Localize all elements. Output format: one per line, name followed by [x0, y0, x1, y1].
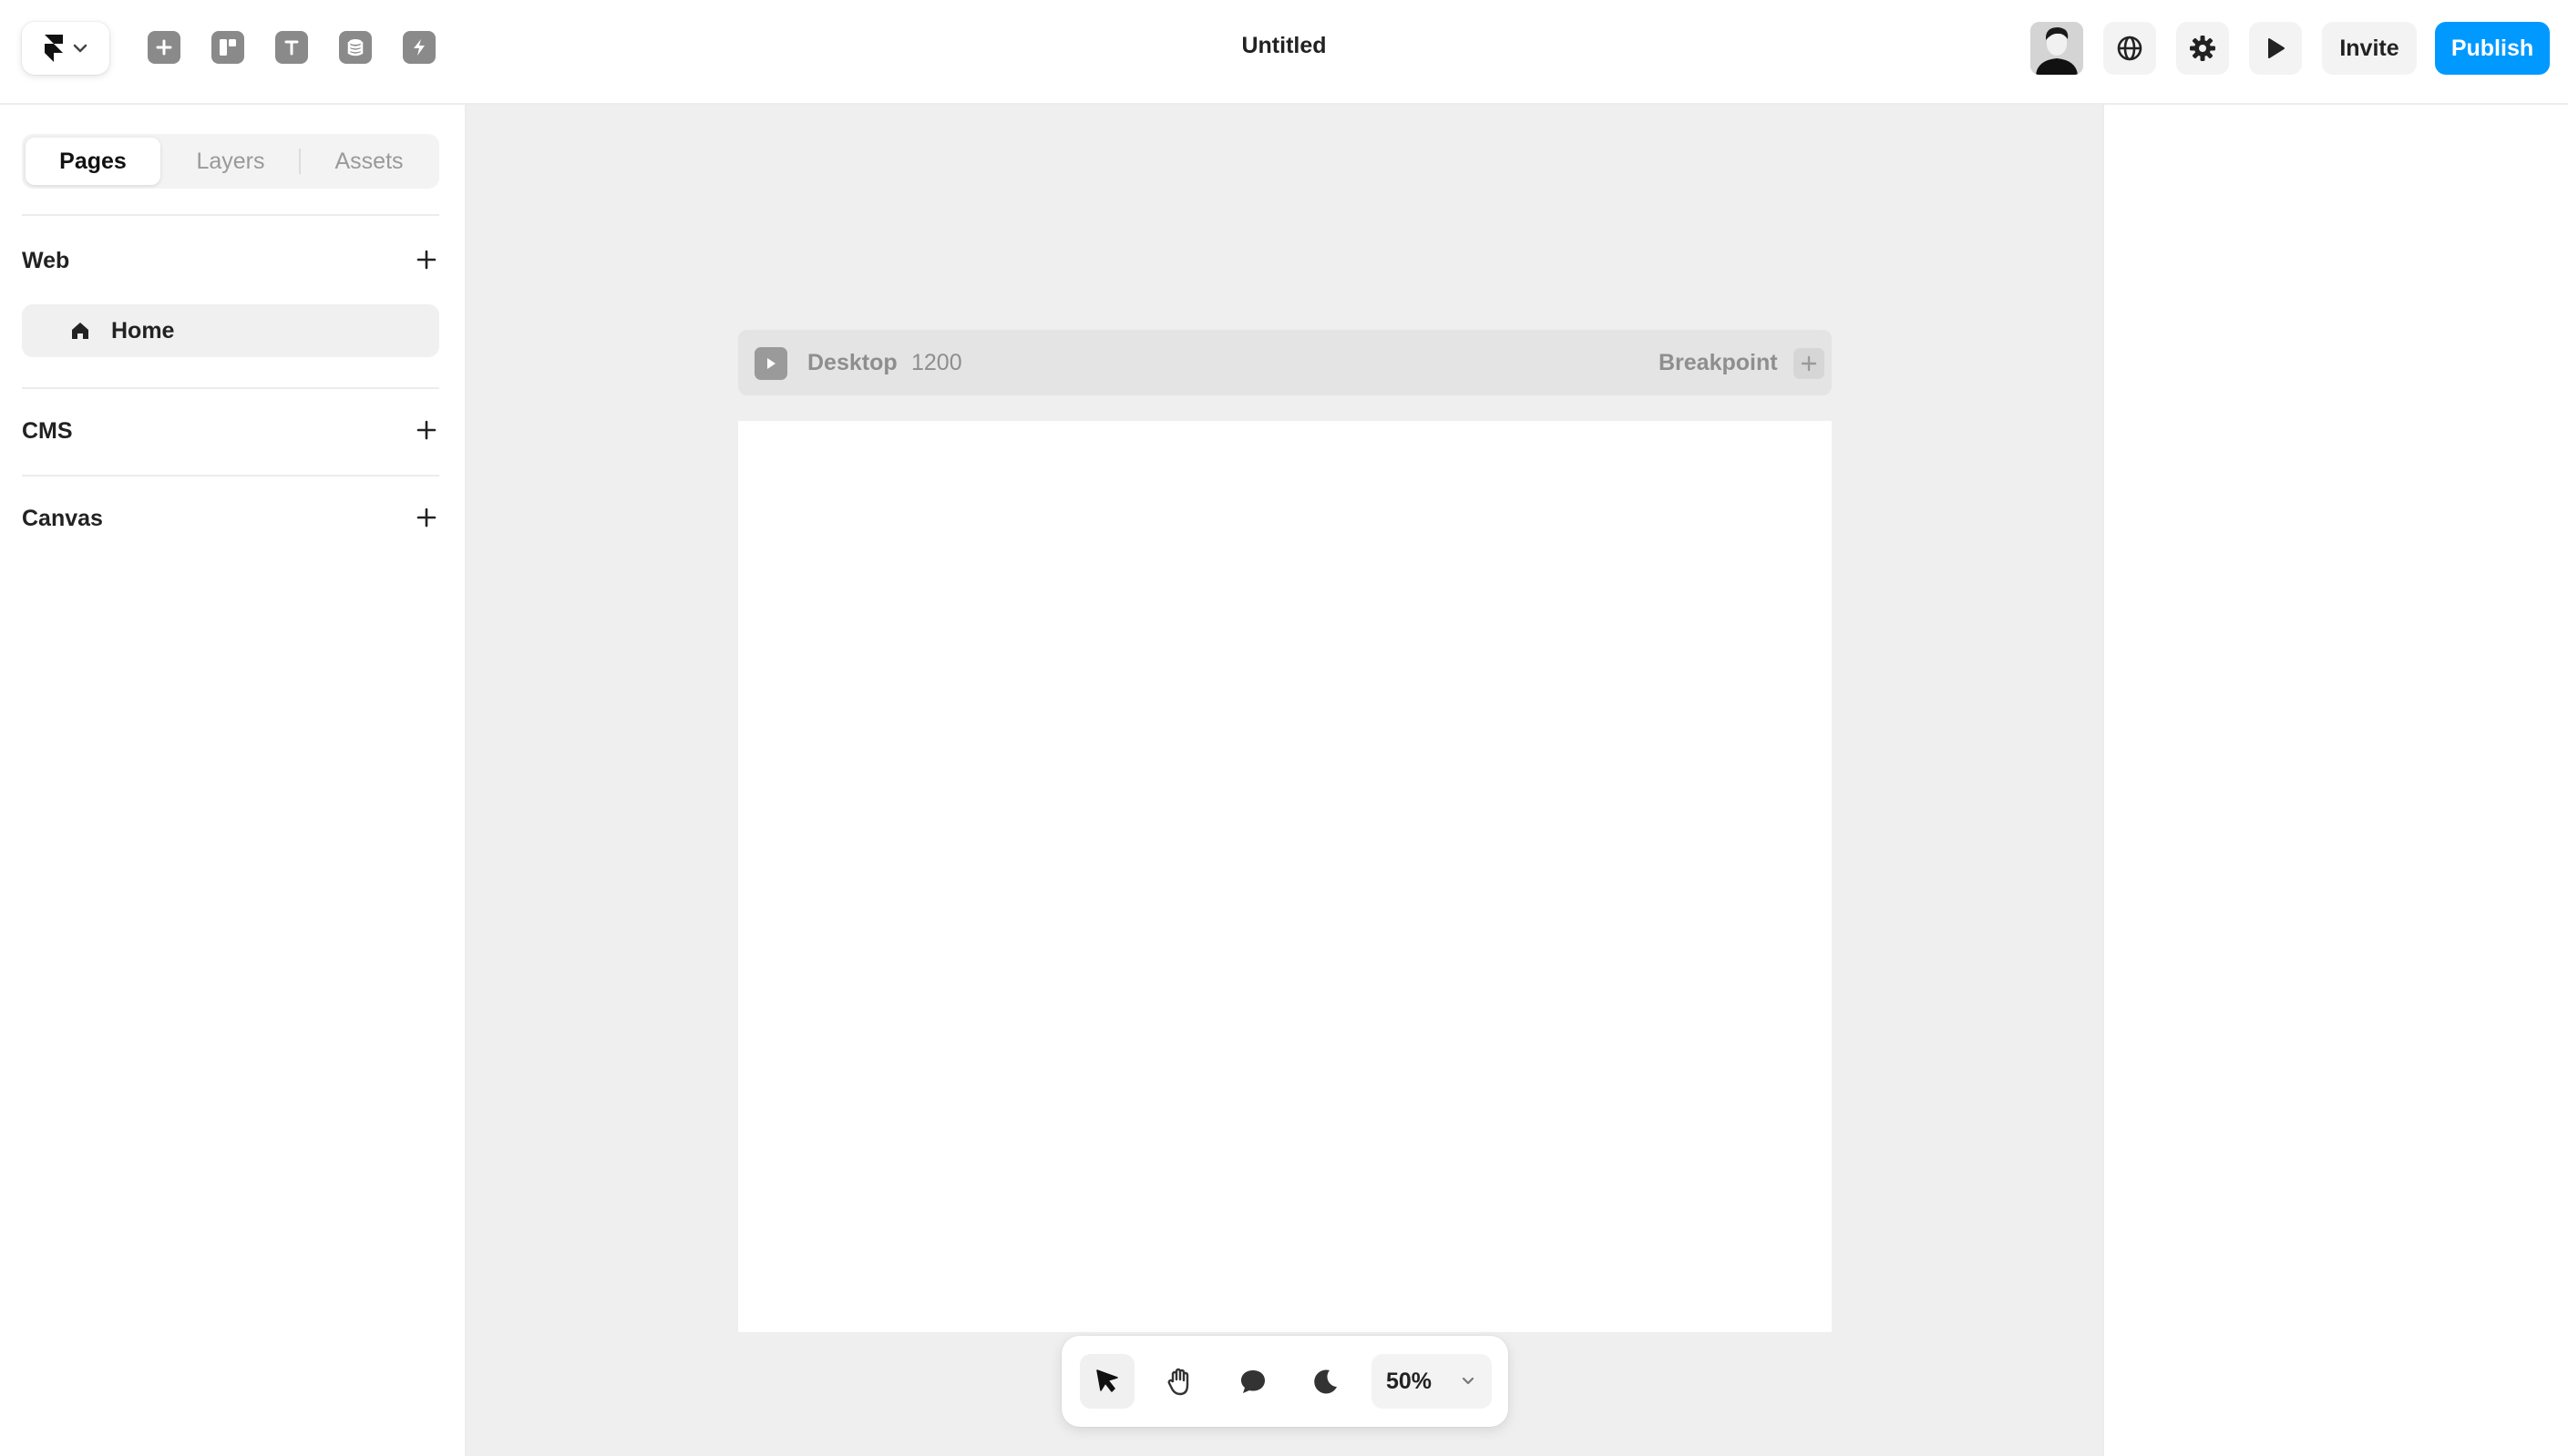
page-item-label: Home [111, 318, 175, 343]
user-avatar-icon [2030, 22, 2083, 75]
section-title-canvas: Canvas [22, 506, 103, 531]
tab-pages[interactable]: Pages [26, 138, 160, 185]
left-sidebar: Pages Layers Assets Web Home CMS Canvas [0, 105, 467, 1456]
cms-button[interactable] [339, 31, 372, 64]
publish-button[interactable]: Publish [2435, 22, 2550, 75]
hand-icon [1167, 1368, 1189, 1396]
project-title[interactable]: Untitled [1102, 33, 1466, 59]
comment-tool-button[interactable] [1226, 1354, 1280, 1409]
framer-logo-icon [45, 35, 63, 62]
chevron-down-icon [1462, 1377, 1474, 1385]
layout-button[interactable] [211, 31, 244, 64]
dark-mode-moon-icon [1314, 1369, 1337, 1394]
tab-assets[interactable]: Assets [303, 138, 436, 185]
add-cms-collection-button[interactable] [412, 415, 441, 445]
play-icon [767, 358, 776, 369]
hand-tool-button[interactable] [1153, 1354, 1207, 1409]
tab-layers[interactable]: Layers [166, 138, 295, 185]
play-icon [2268, 38, 2285, 58]
preview-breakpoint-button[interactable] [755, 347, 787, 380]
divider [22, 214, 439, 216]
text-icon [284, 40, 299, 56]
insert-icon [156, 39, 172, 56]
gear-icon [2190, 36, 2215, 61]
plus-icon [416, 250, 437, 270]
properties-panel [2102, 105, 2568, 1456]
page-item-home[interactable]: Home [22, 304, 439, 357]
plus-icon [416, 508, 437, 528]
interactions-button[interactable] [403, 31, 436, 64]
breakpoint-header[interactable]: Desktop 1200 Breakpoint [738, 330, 1832, 395]
breakpoint-width: 1200 [911, 350, 962, 375]
divider [22, 387, 439, 389]
plus-icon [416, 420, 437, 440]
site-settings-globe-button[interactable] [2103, 22, 2156, 75]
canvas-toolbar: 50% [1062, 1336, 1508, 1427]
dark-mode-toggle[interactable] [1299, 1354, 1353, 1409]
preview-button[interactable] [2249, 22, 2302, 75]
zoom-level: 50% [1386, 1369, 1433, 1394]
desktop-frame[interactable] [738, 421, 1832, 1332]
add-breakpoint-button[interactable] [1793, 348, 1824, 379]
zoom-dropdown[interactable]: 50% [1371, 1354, 1492, 1409]
add-breakpoint-label[interactable]: Breakpoint [1659, 350, 1778, 376]
comment-icon [1241, 1370, 1265, 1393]
section-title-web: Web [22, 248, 70, 273]
cms-database-icon [347, 39, 364, 56]
top-toolbar: Untitled Invite Publish [0, 0, 2568, 105]
globe-icon [2117, 36, 2142, 61]
chevron-down-icon [73, 44, 87, 53]
tab-divider [299, 149, 301, 174]
select-tool-button[interactable] [1080, 1354, 1135, 1409]
add-canvas-page-button[interactable] [412, 503, 441, 532]
settings-button[interactable] [2176, 22, 2229, 75]
layout-icon [220, 39, 236, 56]
breakpoint-name[interactable]: Desktop [807, 350, 898, 376]
insert-button[interactable] [148, 31, 180, 64]
sidebar-tabs: Pages Layers Assets [22, 134, 439, 189]
section-title-cms: CMS [22, 418, 73, 444]
framer-menu-button[interactable] [22, 22, 109, 75]
avatar[interactable] [2030, 22, 2083, 75]
divider [22, 475, 439, 477]
select-arrow-icon [1096, 1369, 1118, 1392]
home-icon [72, 323, 88, 339]
invite-button[interactable]: Invite [2322, 22, 2417, 75]
text-button[interactable] [275, 31, 308, 64]
add-web-page-button[interactable] [412, 245, 441, 274]
design-canvas[interactable]: Desktop 1200 Breakpoint 50% [467, 105, 2102, 1456]
interactions-bolt-icon [414, 39, 425, 56]
plus-icon [1801, 355, 1817, 372]
